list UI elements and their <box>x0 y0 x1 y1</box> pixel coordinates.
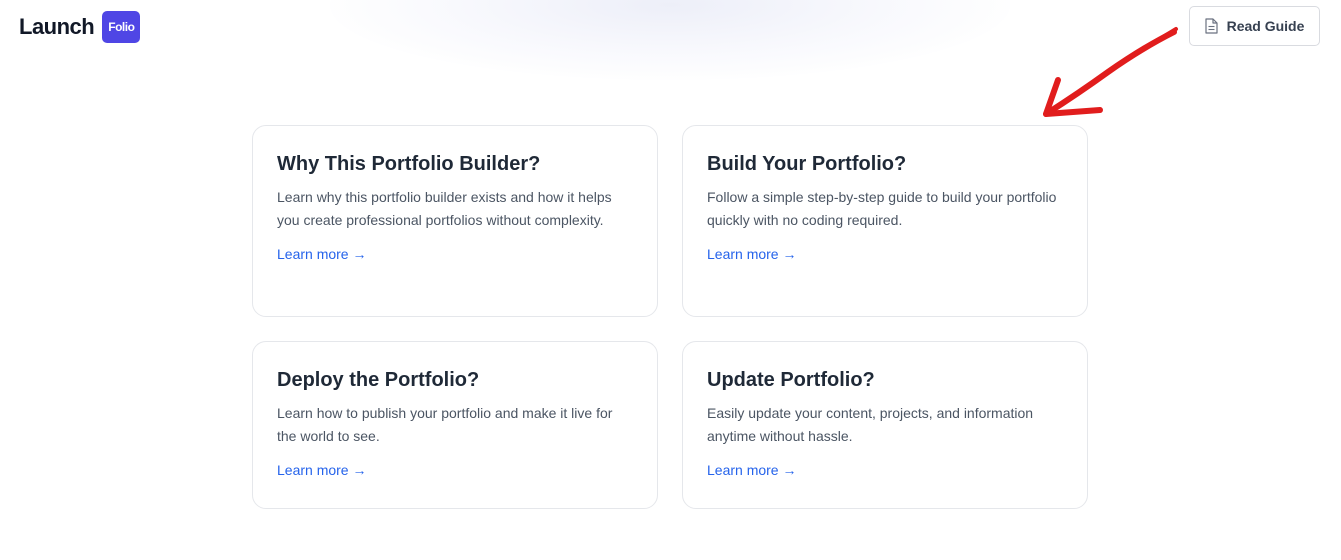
read-guide-button[interactable]: Read Guide <box>1189 6 1320 46</box>
learn-more-link[interactable]: Learn more → <box>277 246 366 262</box>
card-title: Build Your Portfolio? <box>707 153 907 175</box>
read-guide-label: Read Guide <box>1226 18 1305 34</box>
card-title: Why This Portfolio Builder? <box>277 153 541 175</box>
page: Launch Folio Read Guide Why This Portfol… <box>0 0 1341 560</box>
card-description: Easily update your content, projects, an… <box>707 405 1034 444</box>
card-description: Learn why this portfolio builder exists … <box>277 189 612 228</box>
card-why-portfolio-builder: Why This Portfolio Builder? Learn why th… <box>252 125 658 317</box>
document-icon <box>1204 18 1218 34</box>
card-deploy-portfolio: Deploy the Portfolio? Learn how to publi… <box>252 341 658 509</box>
card-title: Deploy the Portfolio? <box>277 369 480 391</box>
card-description: Learn how to publish your portfolio and … <box>277 405 613 444</box>
logo-badge: Folio <box>102 11 141 43</box>
card-update-portfolio: Update Portfolio? Easily update your con… <box>682 341 1088 509</box>
logo-text: Launch <box>19 14 95 39</box>
learn-more-link[interactable]: Learn more → <box>277 462 366 478</box>
learn-more-link[interactable]: Learn more → <box>707 462 796 478</box>
background-glow <box>330 0 1010 80</box>
card-description: Follow a simple step-by-step guide to bu… <box>707 189 1057 228</box>
logo[interactable]: Launch Folio <box>19 11 141 43</box>
card-title: Update Portfolio? <box>707 369 875 391</box>
annotation-arrow-icon <box>1043 27 1178 117</box>
card-build-portfolio: Build Your Portfolio? Follow a simple st… <box>682 125 1088 317</box>
learn-more-link[interactable]: Learn more → <box>707 246 796 262</box>
